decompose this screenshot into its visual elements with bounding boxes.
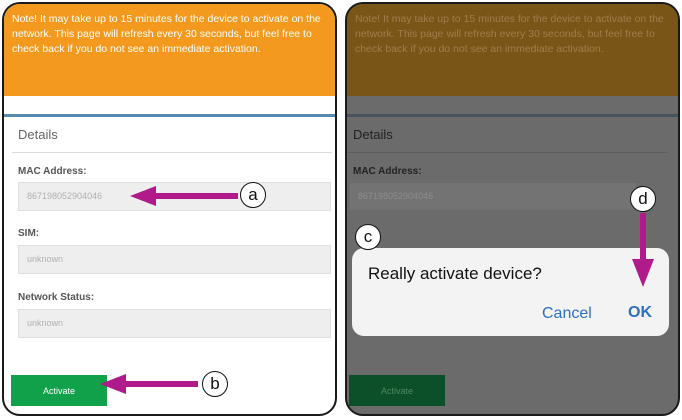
arrow-b-icon <box>100 374 198 394</box>
mac-address-field: 867198052904046 <box>349 182 637 211</box>
device-page-panel-confirm: Note! It may take up to 15 minutes for t… <box>345 2 680 416</box>
callout-b: b <box>202 371 228 397</box>
device-page-panel: Note! It may take up to 15 minutes for t… <box>2 2 337 416</box>
activate-button[interactable]: Activate <box>11 375 107 406</box>
details-divider <box>347 152 667 153</box>
arrow-a-icon <box>130 186 238 206</box>
mac-address-label: MAC Address: <box>18 166 87 177</box>
details-divider <box>12 152 332 153</box>
activation-note-banner: Note! It may take up to 15 minutes for t… <box>4 4 335 96</box>
mac-address-label: MAC Address: <box>353 166 422 177</box>
arrow-d-icon <box>632 213 654 287</box>
sim-label: SIM: <box>18 228 40 239</box>
callout-a: a <box>240 182 266 208</box>
dialog-ok-button[interactable]: OK <box>628 304 652 322</box>
dialog-cancel-button[interactable]: Cancel <box>542 305 592 323</box>
sim-field[interactable]: unknown <box>18 245 331 274</box>
details-card: Details MAC Address: 867198052904046 SIM… <box>12 117 332 370</box>
activate-button: Activate <box>349 375 445 406</box>
network-status-label: Network Status: <box>18 292 95 303</box>
callout-c: c <box>355 224 381 250</box>
network-status-field[interactable]: unknown <box>18 309 331 338</box>
callout-d: d <box>630 186 656 212</box>
activation-note-banner: Note! It may take up to 15 minutes for t… <box>347 4 678 96</box>
confirm-dialog: Really activate device? Cancel OK <box>352 248 669 336</box>
dialog-title: Really activate device? <box>368 264 542 283</box>
details-heading: Details <box>353 127 393 142</box>
details-heading: Details <box>18 127 58 142</box>
